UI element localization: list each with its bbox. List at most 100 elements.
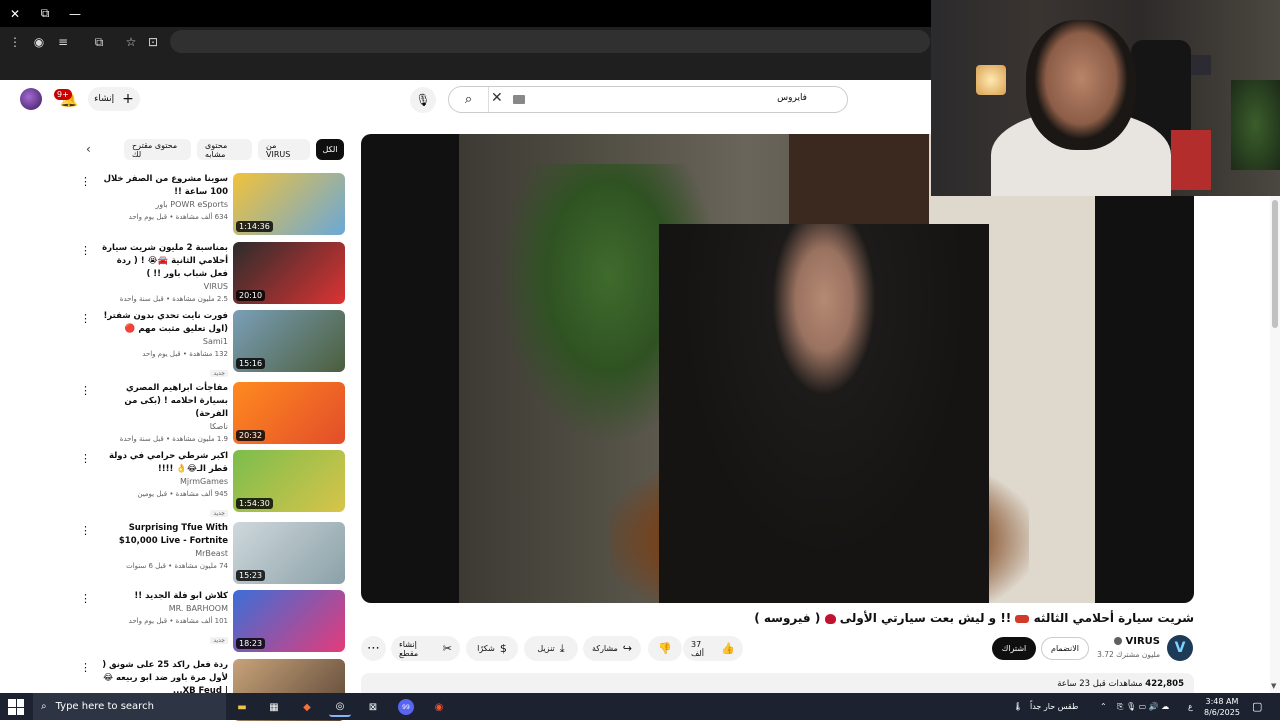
- more-options-icon[interactable]: ⋮: [80, 312, 91, 325]
- list-item-channel[interactable]: ناصكا: [98, 421, 228, 433]
- list-item-channel[interactable]: VIRUS: [98, 281, 228, 293]
- like-button[interactable]: 37 ألف 👍: [683, 636, 743, 661]
- address-bar[interactable]: [170, 30, 930, 53]
- capcut-icon[interactable]: ⊠: [362, 697, 384, 717]
- clock[interactable]: 3:48 AM 8/6/2025: [1204, 693, 1240, 720]
- duration-badge: 1:14:36: [236, 221, 273, 232]
- minimize-window-button[interactable]: —: [60, 0, 90, 27]
- clear-search-icon[interactable]: ✕: [491, 90, 503, 106]
- thumbnail[interactable]: 15:23: [233, 522, 345, 584]
- list-item[interactable]: ⋮ Surprising Tfue With $10,000 Live - For…: [80, 522, 346, 586]
- chip-from-virus[interactable]: من VIRUS: [258, 139, 310, 160]
- subscribe-button[interactable]: اشتراك: [992, 637, 1036, 660]
- list-item[interactable]: ⋮ مفاجأت ابراهيم المصري بسيارة احلامه ! (…: [80, 382, 346, 446]
- more-options-icon[interactable]: ⋮: [80, 661, 91, 674]
- clip-button[interactable]: إنشاء مقطع ✂: [391, 636, 460, 661]
- more-options-icon[interactable]: ⋮: [80, 244, 91, 257]
- chip-related[interactable]: محتوى مشابه: [197, 139, 252, 160]
- scissors-icon: ✂: [442, 642, 452, 655]
- obs-record-icon[interactable]: ◉: [428, 697, 450, 717]
- weather-text[interactable]: طقس حار جداً: [1030, 693, 1078, 720]
- scrollbar-thumb[interactable]: [1272, 200, 1278, 328]
- avatar[interactable]: [20, 88, 42, 110]
- webcam-plant-graphic: [1231, 80, 1280, 170]
- tray-chevron-icon[interactable]: ⌃: [1100, 693, 1107, 720]
- thumbnail[interactable]: 18:23: [233, 590, 345, 652]
- extensions-icon[interactable]: ⧉: [89, 32, 109, 52]
- tray-icons[interactable]: ⎘ 🎙 ▭ 🔊 ☁: [1117, 693, 1169, 720]
- more-options-icon[interactable]: ⋮: [80, 452, 91, 465]
- more-options-icon[interactable]: ⋮: [80, 384, 91, 397]
- restore-window-button[interactable]: ⧉: [30, 0, 60, 27]
- microphone-icon[interactable]: 🎙: [410, 87, 436, 113]
- search-input[interactable]: فايروس: [777, 93, 807, 103]
- clip-label: إنشاء مقطع: [399, 639, 419, 658]
- download-button[interactable]: تنزيل ⤓: [524, 636, 578, 661]
- video-player[interactable]: [361, 134, 1194, 603]
- keyboard-icon[interactable]: [513, 95, 525, 104]
- plus-icon: +: [122, 91, 134, 107]
- discord-icon[interactable]: 99: [395, 697, 417, 717]
- notification-center-icon[interactable]: ▢: [1252, 693, 1262, 720]
- download-icon: ⤓: [559, 641, 565, 655]
- view-count: 422,805: [1145, 679, 1184, 689]
- list-item-channel[interactable]: MjrmGames: [98, 476, 228, 488]
- dislike-button[interactable]: 👎: [648, 636, 682, 661]
- share-icon: ↪: [622, 642, 633, 655]
- list-item[interactable]: ⋮ اكبر شرطي حرامي في دولة قطر الـ😂👌 !!!! M…: [80, 450, 346, 517]
- list-item-channel[interactable]: Sami1: [98, 336, 228, 348]
- list-item-meta: فورت نايت تحدي بدون شفتر! (اول تعليق مثب…: [98, 310, 228, 379]
- search-icon[interactable]: ⌕: [449, 87, 489, 112]
- list-item[interactable]: ⋮ فورت نايت تحدي بدون شفتر! (اول تعليق مث…: [80, 310, 346, 377]
- create-button[interactable]: إنشاء +: [88, 87, 140, 111]
- channel-name[interactable]: VIRUS: [1090, 636, 1160, 647]
- chrome-icon[interactable]: ◎: [329, 697, 351, 717]
- profile-icon[interactable]: ◉: [29, 32, 49, 52]
- list-item-channel[interactable]: POWR eSports باور: [98, 199, 228, 211]
- thumbnail[interactable]: 15:16: [233, 310, 345, 372]
- thumbnail[interactable]: 1:14:36: [233, 173, 345, 235]
- list-item-channel[interactable]: MrBeast: [98, 548, 228, 560]
- thumbnail[interactable]: 20:32: [233, 382, 345, 444]
- close-window-button[interactable]: ✕: [0, 0, 30, 27]
- join-button[interactable]: الانضمام: [1041, 637, 1089, 660]
- more-options-icon[interactable]: ⋮: [80, 524, 91, 537]
- search-box[interactable]: ⌕ ✕ فايروس: [448, 86, 848, 113]
- list-item[interactable]: ⋮ سوينا مشروع من الصفر خلال 100 ساعة !! PO…: [80, 173, 346, 237]
- more-options-icon[interactable]: ⋮: [80, 592, 91, 605]
- file-explorer-icon[interactable]: ▬: [231, 697, 253, 717]
- taskbar-search-placeholder: Type here to search: [55, 701, 154, 712]
- chip-recommended[interactable]: محتوى مقترح لك: [124, 139, 191, 160]
- bookmark-star-icon[interactable]: ☆: [121, 32, 141, 52]
- list-item-meta: Surprising Tfue With $10,000 Live - Fort…: [98, 522, 228, 572]
- list-item-channel[interactable]: MR. BARHOOM: [98, 603, 228, 615]
- thumbnail[interactable]: 20:10: [233, 242, 345, 304]
- list-item[interactable]: ⋮ بمناسبة 2 مليون شريت سيارة أحلامي الثان…: [80, 242, 346, 306]
- brave-browser-icon[interactable]: ◆: [296, 697, 318, 717]
- tab-search-icon[interactable]: ⊡: [143, 32, 163, 52]
- share-button[interactable]: مشاركة ↪: [583, 636, 641, 661]
- input-language[interactable]: ع: [1188, 693, 1193, 720]
- video-title-part-2: !! و ليش بعت سيارتي الأولى: [839, 611, 1012, 625]
- duration-badge: 18:23: [236, 638, 266, 649]
- microsoft-store-icon[interactable]: ▦: [263, 697, 285, 717]
- video-title-part-1: شريت سيارة أحلامي الثالثه: [1033, 611, 1194, 625]
- more-actions-button[interactable]: ⋯: [361, 636, 386, 661]
- download-label: تنزيل: [537, 644, 555, 653]
- video-frame: [459, 134, 1095, 603]
- share-label: مشاركة: [591, 644, 618, 653]
- chevron-left-icon[interactable]: ‹: [86, 142, 91, 156]
- description-box[interactable]: 422,805 مشاهدات قبل 23 ساعة: [361, 673, 1194, 693]
- new-badge: جديد: [210, 370, 228, 377]
- list-item[interactable]: ⋮ كلاش ابو فلة الجديد !! MR. BARHOOM 101 أل…: [80, 590, 346, 654]
- chip-all[interactable]: الكل: [316, 139, 344, 160]
- more-options-icon[interactable]: ⋮: [80, 175, 91, 188]
- channel-avatar[interactable]: V: [1167, 635, 1193, 661]
- thanks-button[interactable]: شكرًا $: [466, 636, 518, 661]
- menu-dots-icon[interactable]: ⋮: [5, 32, 25, 52]
- windows-start-icon[interactable]: [8, 699, 24, 715]
- taskbar-search[interactable]: ⌕ Type here to search: [33, 693, 226, 720]
- media-queue-icon[interactable]: ≡: [53, 32, 73, 52]
- scroll-down-arrow-icon[interactable]: ▼: [1271, 682, 1276, 690]
- thumbnail[interactable]: 1:54:30: [233, 450, 345, 512]
